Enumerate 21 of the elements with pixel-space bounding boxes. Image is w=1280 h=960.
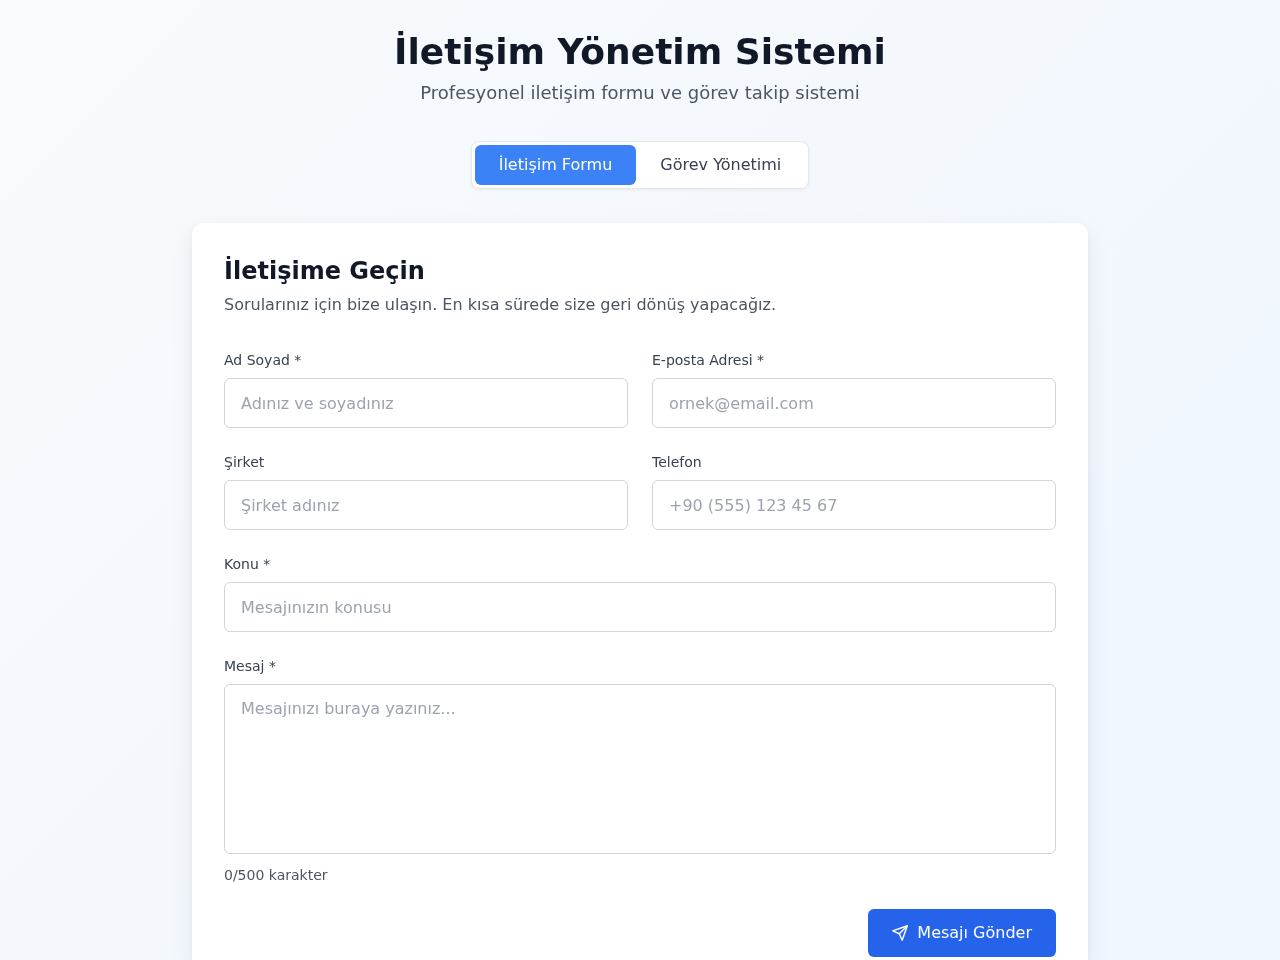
character-counter: 0/500 karakter xyxy=(224,866,329,885)
input-field[interactable]: Şirket adınız xyxy=(224,480,628,530)
message-textarea[interactable]: Mesajınızı buraya yazınız... xyxy=(224,684,1056,854)
form-title: İletişime Geçin xyxy=(224,255,426,287)
tab[interactable]: İletişim Formu xyxy=(474,145,637,185)
send-message-button[interactable]: Mesajı Gönder xyxy=(868,909,1056,957)
paper-plane-icon xyxy=(892,925,909,941)
page-title: İletişim Yönetim Sistemi xyxy=(394,32,886,72)
input-field[interactable]: Mesajınızın konusu xyxy=(224,582,1056,632)
tab[interactable]: Görev Yönetimi xyxy=(636,145,806,185)
field-label: Şirket xyxy=(224,453,266,472)
input-field[interactable]: +90 (555) 123 45 67 xyxy=(652,480,1056,530)
field-label: Ad Soyad * xyxy=(224,351,303,370)
input-field[interactable]: ornek@email.com xyxy=(652,378,1056,428)
field-label: Telefon xyxy=(652,453,703,472)
field-label: E-posta Adresi * xyxy=(652,351,766,370)
input-field[interactable]: Adınız ve soyadınız xyxy=(224,378,628,428)
field-label: Konu * xyxy=(224,555,272,574)
form-description: Sorularınız için bize ulaşın. En kısa sürede size geri dönüş yapacağız. xyxy=(224,294,778,316)
page-subtitle: Profesyonel iletişim formu ve görev takip sistemi xyxy=(420,81,860,105)
field-label: Mesaj * xyxy=(224,657,277,676)
